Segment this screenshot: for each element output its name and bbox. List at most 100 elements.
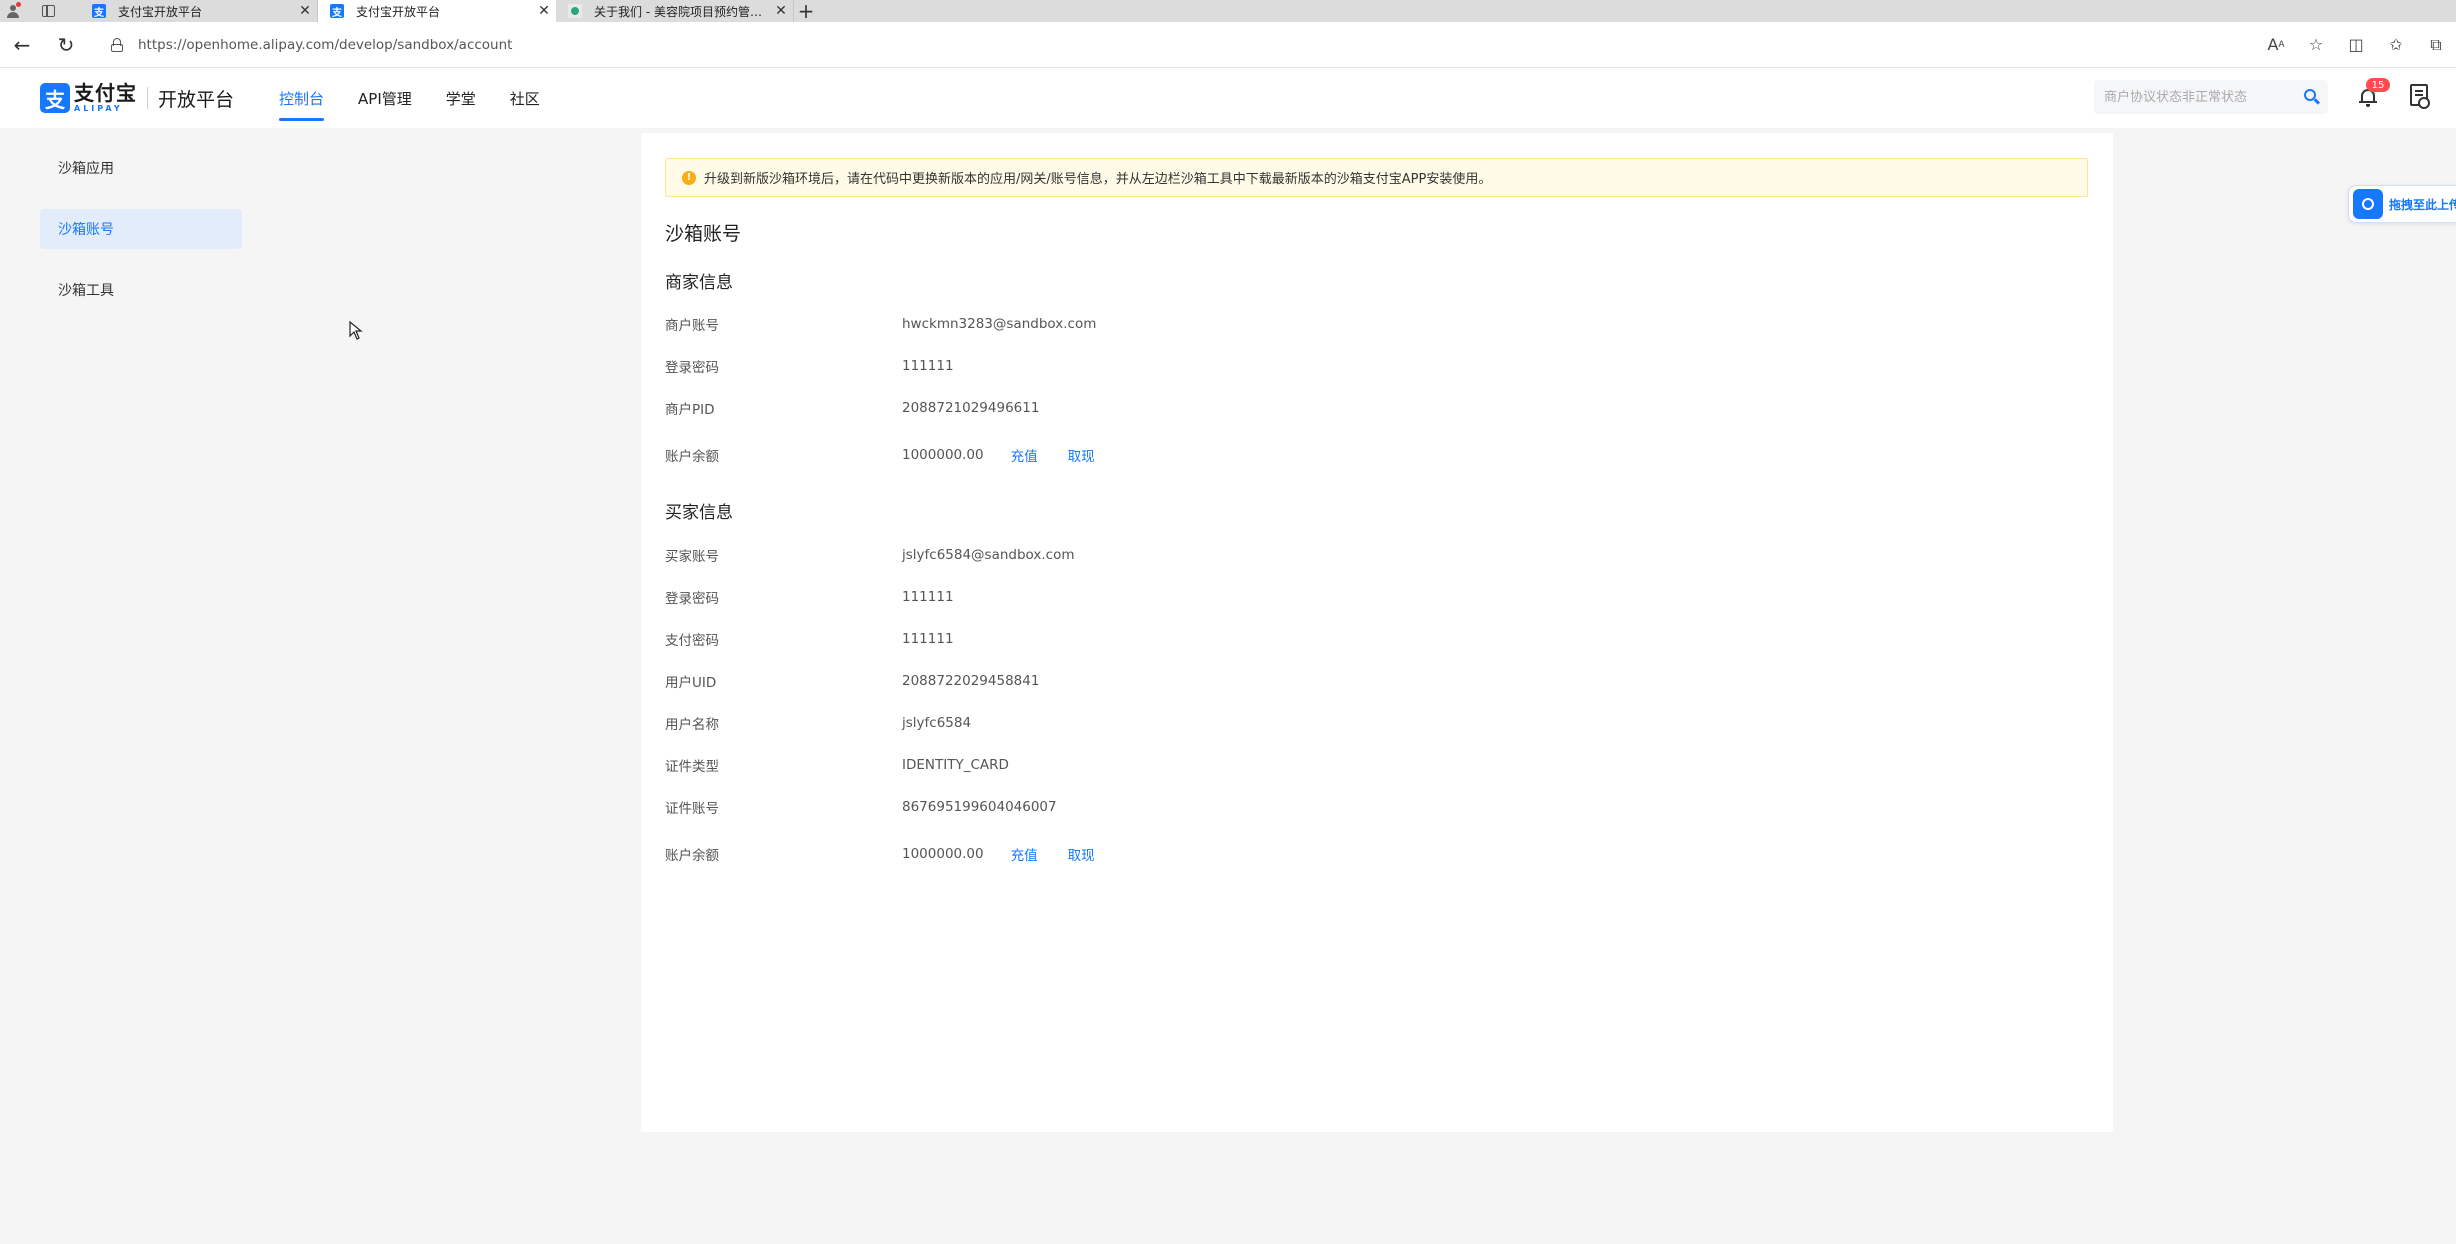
field-label: 用户UID — [665, 675, 717, 691]
drag-upload-widget[interactable]: 拖拽至此上传 — [2348, 185, 2456, 223]
refresh-icon[interactable]: ↻ — [44, 22, 88, 68]
field-label: 账户余额 — [665, 848, 719, 864]
alipay-favicon-icon: 支 — [92, 4, 106, 19]
buyer-withdraw-link[interactable]: 取现 — [1068, 844, 1095, 864]
merchant-pid-row: 商户PID 2088721029496611 — [665, 398, 1039, 418]
upgrade-notice: ! 升级到新版沙箱环境后，请在代码中更换新版本的应用/网关/账号信息，并从左边栏… — [665, 158, 2088, 197]
back-icon[interactable]: ← — [0, 22, 44, 68]
field-value: 111111 — [902, 589, 954, 605]
buyer-balance-row: 账户余额 1000000.00 充值 取现 — [665, 844, 1095, 864]
search-box — [2094, 80, 2328, 114]
sidebar-item-sandbox-account[interactable]: 沙箱账号 — [40, 209, 242, 249]
platform-name: 开放平台 — [158, 88, 235, 111]
buyer-pay-password-row: 支付密码 111111 — [665, 629, 954, 649]
tab-title: 支付宝开放平台 — [356, 4, 441, 19]
profile-icon[interactable] — [6, 2, 21, 18]
address-bar: ← ↻ https://openhome.alipay.com/develop/… — [0, 22, 2456, 68]
buyer-id-number-row: 证件账号 867695199604046007 — [665, 797, 1057, 817]
main-content: ! 升级到新版沙箱环境后，请在代码中更换新版本的应用/网关/账号信息，并从左边栏… — [641, 133, 2113, 1132]
field-label: 用户名称 — [665, 717, 719, 733]
browser-tab-3[interactable]: 关于我们 - 美容院项目预约管理系统 ✕ — [556, 0, 794, 22]
cloud-upload-icon — [2353, 189, 2383, 219]
buyer-account-row: 买家账号 jslyfc6584@sandbox.com — [665, 545, 1075, 565]
merchant-withdraw-link[interactable]: 取现 — [1068, 445, 1095, 465]
close-tab-icon[interactable]: ✕ — [534, 3, 554, 19]
account-icon[interactable] — [2410, 84, 2430, 109]
app-favicon-icon — [568, 4, 582, 18]
buyer-login-password-row: 登录密码 111111 — [665, 587, 954, 607]
top-nav: 控制台 API管理 学堂 社区 — [262, 68, 557, 128]
notice-text: 升级到新版沙箱环境后，请在代码中更换新版本的应用/网关/账号信息，并从左边栏沙箱… — [704, 172, 1492, 187]
field-value: 1000000.00 — [902, 846, 984, 862]
buyer-recharge-link[interactable]: 充值 — [1011, 844, 1038, 864]
field-label: 商户账号 — [665, 318, 719, 334]
field-label: 买家账号 — [665, 549, 719, 565]
tab-actions-icon[interactable] — [42, 5, 55, 17]
address-bar-actions: AA ☆ ◫ ✩ ⧉ — [2256, 22, 2456, 68]
search-icon[interactable] — [2304, 89, 2321, 105]
field-value: 867695199604046007 — [902, 799, 1057, 815]
url-field[interactable]: https://openhome.alipay.com/develop/sand… — [94, 28, 2256, 62]
tab-bar-left — [0, 0, 80, 22]
field-label: 账户余额 — [665, 449, 719, 465]
warning-icon: ! — [682, 170, 696, 185]
browser-tab-2[interactable]: 支 支付宝开放平台 ✕ — [318, 0, 556, 22]
search-input[interactable] — [2104, 89, 2304, 105]
merchant-recharge-link[interactable]: 充值 — [1011, 445, 1038, 465]
field-value: IDENTITY_CARD — [902, 757, 1009, 773]
sidebar-item-sandbox-tools[interactable]: 沙箱工具 — [40, 270, 242, 310]
logo-cn: 支付宝 — [74, 81, 137, 105]
new-tab-icon[interactable]: + — [794, 0, 818, 23]
site-header: 支 支付宝 ALIPAY 开放平台 控制台 API管理 学堂 社区 15 — [0, 68, 2456, 128]
field-label: 支付密码 — [665, 633, 719, 649]
nav-community[interactable]: 社区 — [510, 68, 540, 128]
field-label: 证件类型 — [665, 759, 719, 775]
field-value: 1000000.00 — [902, 447, 984, 463]
buyer-id-type-row: 证件类型 IDENTITY_CARD — [665, 755, 1009, 775]
split-screen-icon[interactable]: ◫ — [2336, 22, 2376, 68]
alipay-favicon-icon: 支 — [330, 4, 344, 19]
field-value: 2088722029458841 — [902, 673, 1040, 689]
field-value: 2088721029496611 — [902, 400, 1040, 416]
tab-title: 关于我们 - 美容院项目预约管理系统 — [594, 4, 771, 19]
merchant-balance-row: 账户余额 1000000.00 充值 取现 — [665, 445, 1095, 465]
field-label: 证件账号 — [665, 801, 719, 817]
field-value: 111111 — [902, 631, 954, 647]
buyer-uid-row: 用户UID 2088722029458841 — [665, 671, 1039, 691]
lock-icon[interactable] — [110, 37, 124, 52]
merchant-password-row: 登录密码 111111 — [665, 356, 954, 376]
nav-console[interactable]: 控制台 — [279, 68, 325, 128]
merchant-account-row: 商户账号 hwckmn3283@sandbox.com — [665, 314, 1096, 334]
field-label: 登录密码 — [665, 360, 719, 376]
notification-badge: 15 — [2366, 78, 2390, 92]
browser-tab-1[interactable]: 支 支付宝开放平台 ✕ — [80, 0, 318, 22]
url-text[interactable]: https://openhome.alipay.com/develop/sand… — [138, 37, 512, 53]
nav-api-management[interactable]: API管理 — [358, 68, 412, 128]
alipay-logo-icon: 支 — [40, 83, 70, 113]
nav-academy[interactable]: 学堂 — [446, 68, 476, 128]
logo-text: 支付宝 ALIPAY — [74, 83, 137, 113]
close-tab-icon[interactable]: ✕ — [771, 3, 791, 19]
merchant-section-title: 商家信息 — [665, 273, 733, 293]
field-value: jslyfc6584 — [902, 715, 972, 731]
drag-upload-label: 拖拽至此上传 — [2389, 197, 2456, 212]
sidebar: 沙箱应用 沙箱账号 沙箱工具 — [40, 148, 242, 331]
favorite-star-icon[interactable]: ☆ — [2296, 22, 2336, 68]
field-label: 登录密码 — [665, 591, 719, 607]
close-tab-icon[interactable]: ✕ — [295, 3, 315, 19]
buyer-name-row: 用户名称 jslyfc6584 — [665, 713, 971, 733]
favorites-icon[interactable]: ✩ — [2376, 22, 2416, 68]
field-value: 111111 — [902, 358, 954, 374]
field-value: hwckmn3283@sandbox.com — [902, 316, 1097, 332]
logo-divider — [147, 87, 148, 109]
field-value: jslyfc6584@sandbox.com — [902, 547, 1075, 563]
read-aloud-icon[interactable]: AA — [2256, 22, 2296, 68]
logo-en: ALIPAY — [74, 104, 123, 113]
collections-icon[interactable]: ⧉ — [2416, 22, 2456, 68]
field-label: 商户PID — [665, 402, 715, 418]
page-title: 沙箱账号 — [665, 223, 742, 245]
browser-tab-bar: 支 支付宝开放平台 ✕ 支 支付宝开放平台 ✕ 关于我们 - 美容院项目预约管理… — [0, 0, 2456, 23]
sidebar-item-sandbox-app[interactable]: 沙箱应用 — [40, 148, 242, 188]
alipay-logo[interactable]: 支 支付宝 ALIPAY 开放平台 — [40, 83, 234, 113]
tab-title: 支付宝开放平台 — [118, 4, 203, 19]
